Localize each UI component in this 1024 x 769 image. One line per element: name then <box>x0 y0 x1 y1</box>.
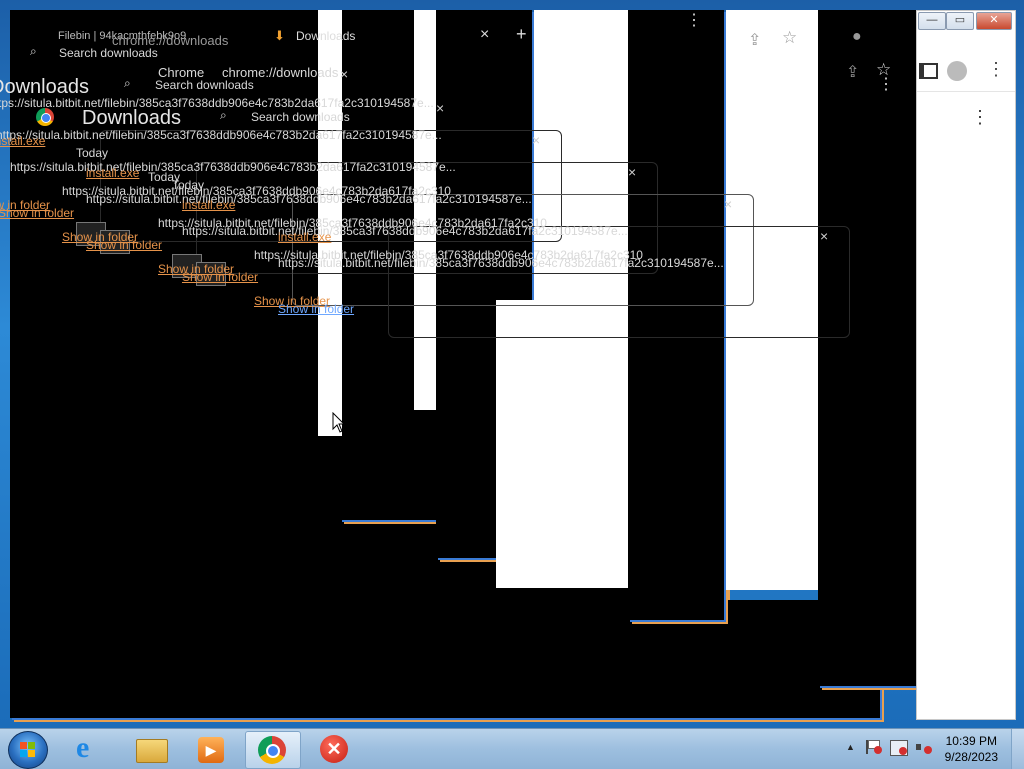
clock-time: 10:39 PM <box>945 734 997 748</box>
search-downloads-input[interactable]: Search downloads <box>155 78 254 92</box>
error-x-icon: ✕ <box>320 735 348 763</box>
share-icon[interactable]: ⇪ <box>846 62 859 82</box>
remove-download-icon[interactable]: × <box>436 100 444 116</box>
tab-downloads[interactable]: Downloads <box>296 29 355 43</box>
folder-icon <box>136 739 168 763</box>
show-in-folder-link[interactable]: Show in folder <box>0 206 74 220</box>
taskbar-internet-explorer[interactable]: e <box>64 731 118 767</box>
menu-kebab-icon[interactable]: ⋮ <box>686 10 702 30</box>
taskbar-chrome[interactable] <box>245 731 301 769</box>
close-window-button[interactable]: ✕ <box>976 12 1012 30</box>
download-tab-icon: ⬇ <box>274 28 285 43</box>
search-downloads-input[interactable]: Search downloads <box>251 110 350 124</box>
search-icon: ⌕ <box>30 44 37 58</box>
search-downloads-input[interactable]: Search downloads <box>59 46 158 60</box>
download-filename-link[interactable]: install.exe <box>86 166 139 180</box>
start-button[interactable] <box>8 731 48 769</box>
windows-logo-icon <box>20 742 35 757</box>
action-center-flag-icon[interactable] <box>866 740 882 754</box>
taskbar-file-explorer[interactable] <box>124 731 178 767</box>
page-menu-icon[interactable]: ⋮ <box>971 107 989 128</box>
show-desktop-button[interactable] <box>1011 729 1024 769</box>
chrome-icon <box>258 736 286 764</box>
remove-download-icon[interactable]: × <box>340 66 348 82</box>
share-icon[interactable]: ⇪ <box>748 30 761 50</box>
glitch-column-d <box>818 10 916 686</box>
download-filename-link[interactable]: install.exe <box>182 198 235 212</box>
volume-muted-icon[interactable] <box>916 740 932 754</box>
menu-kebab-icon[interactable]: ⋮ <box>878 74 894 94</box>
chrome-window: ⋮ ⋮ <box>916 10 1016 720</box>
download-url: https://situla.bitbit.net/filebin/385ca3… <box>86 192 532 206</box>
chrome-menu-icon[interactable]: ⋮ <box>987 59 1005 80</box>
system-tray: ▲ 10:39 PM 9/28/2023 <box>840 729 1024 769</box>
taskbar-media-player[interactable]: ▶ <box>184 731 238 767</box>
downloads-heading: Downloads <box>82 107 181 129</box>
show-in-folder-link[interactable]: Show in folder <box>86 238 162 252</box>
download-filename-link[interactable]: install.exe <box>278 230 331 244</box>
show-in-folder-link[interactable]: Show in folder <box>278 302 354 316</box>
chrome-toolbar: ⋮ <box>917 51 1015 92</box>
window-controls: — ▭ ✕ <box>918 12 1014 30</box>
internet-explorer-icon: e <box>76 731 90 764</box>
remove-download-icon[interactable]: × <box>724 196 732 212</box>
browser-tab-strip: ⬇ Downloads × + <box>260 22 570 50</box>
remove-download-icon[interactable]: × <box>628 164 636 180</box>
profile-avatar-icon[interactable] <box>947 61 967 81</box>
mouse-cursor-icon <box>332 412 346 433</box>
download-url: https://situla.bitbit.net/filebin/385ca3… <box>0 96 434 110</box>
chrome-logo-icon <box>36 108 54 126</box>
network-icon[interactable] <box>890 740 908 756</box>
show-in-folder-link[interactable]: Show in folder <box>182 270 258 284</box>
remove-download-icon[interactable]: × <box>820 228 828 244</box>
sidebar-icon[interactable] <box>919 63 938 79</box>
download-card-outline <box>388 226 850 338</box>
bookmark-star-icon[interactable]: ☆ <box>782 28 797 48</box>
show-hidden-icons-chevron[interactable]: ▲ <box>846 742 855 752</box>
tab-close-icon[interactable]: × <box>480 26 489 44</box>
search-icon: ⌕ <box>220 108 227 122</box>
maximize-button[interactable]: ▭ <box>946 12 974 30</box>
remove-download-icon[interactable]: × <box>532 132 540 148</box>
download-url: https://situla.bitbit.net/filebin/385ca3… <box>182 224 628 238</box>
download-url: https://situla.bitbit.net/filebin/385ca3… <box>0 128 442 142</box>
taskbar: e ▶ ✕ ▲ 10:39 PM 9/28/2023 <box>0 728 1024 769</box>
glitch-layer-8 <box>10 680 880 718</box>
glitch-white-e <box>496 300 628 588</box>
media-player-icon: ▶ <box>198 737 224 763</box>
download-filename-link[interactable]: install.exe <box>0 134 45 148</box>
download-url: https://situla.bitbit.net/filebin/385ca3… <box>278 256 724 270</box>
profile-icon[interactable]: ● <box>852 28 862 46</box>
download-url: https://situla.bitbit.net/filebin/385ca3… <box>10 160 456 174</box>
new-tab-button[interactable]: + <box>516 24 527 45</box>
search-icon: ⌕ <box>124 76 131 90</box>
date-section-label: Today <box>76 146 109 160</box>
clock-date: 9/28/2023 <box>944 750 998 764</box>
minimize-button[interactable]: — <box>918 12 946 30</box>
system-clock[interactable]: 10:39 PM 9/28/2023 <box>945 733 998 765</box>
taskbar-error-app[interactable]: ✕ <box>308 731 362 767</box>
